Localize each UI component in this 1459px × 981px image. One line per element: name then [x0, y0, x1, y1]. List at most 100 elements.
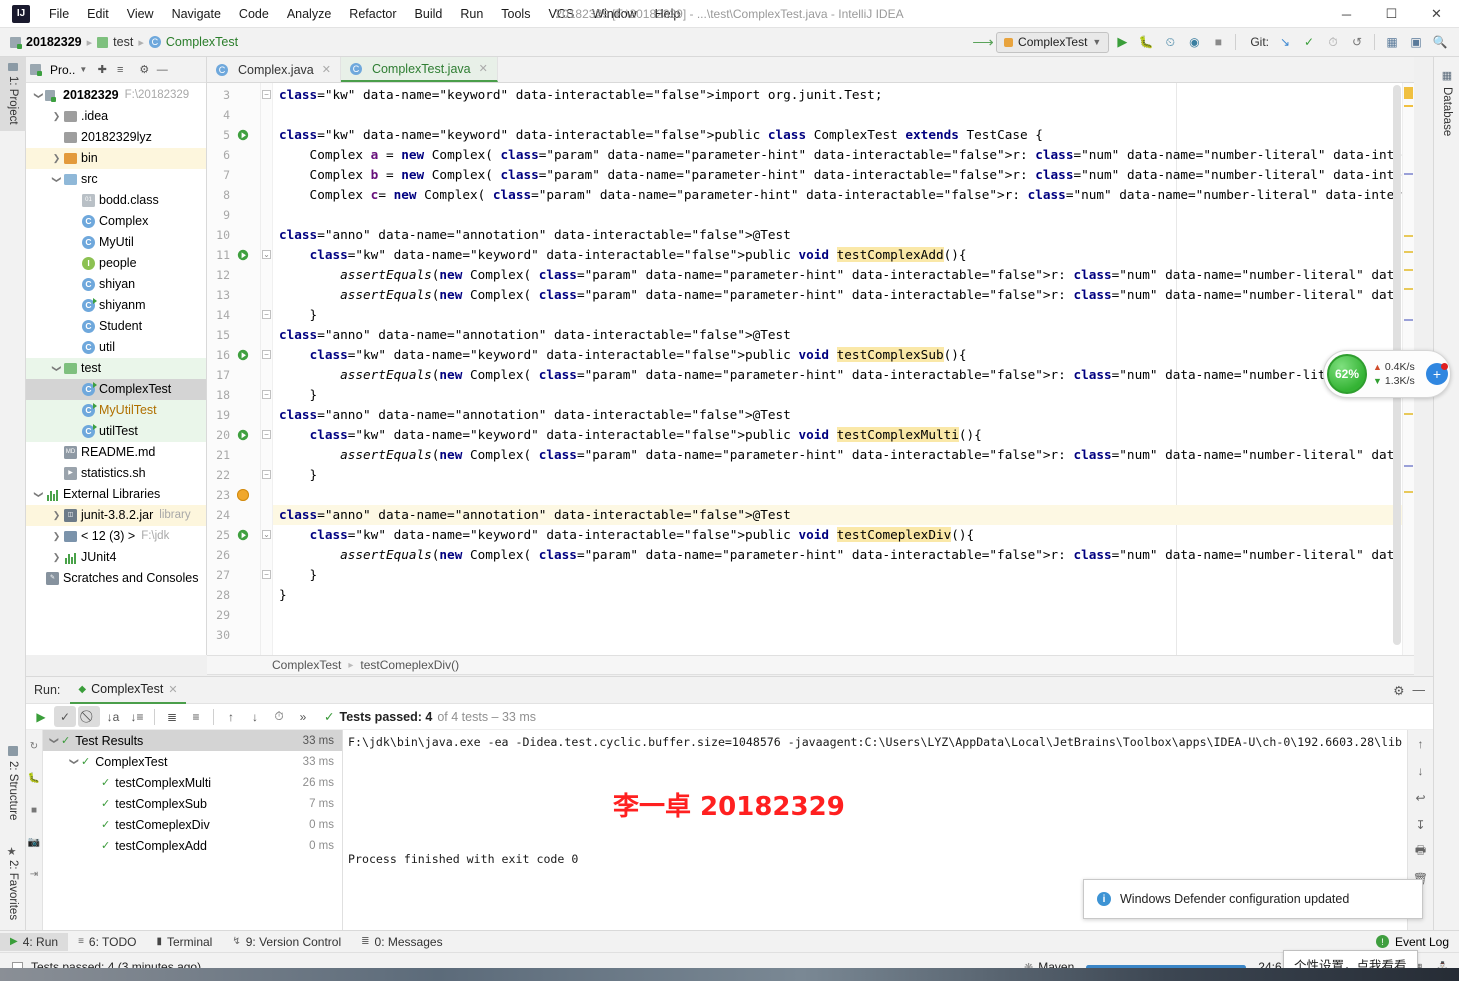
test-row[interactable]: ✓ testComplexSub 7 ms	[43, 793, 342, 814]
git-history-button[interactable]: ⏱	[1322, 31, 1344, 53]
chevron-down-icon[interactable]: ❯	[49, 734, 60, 748]
hide-panel-icon[interactable]: —	[155, 63, 169, 77]
tree-item-utiltest[interactable]: CutilTest	[26, 421, 206, 442]
collapse-all-icon[interactable]: ≡	[113, 63, 127, 77]
tree-item-complex[interactable]: C Complex	[26, 211, 206, 232]
bottom-tab-messages[interactable]: ≣ 0: Messages	[351, 933, 452, 951]
hide-panel-icon[interactable]: —	[1413, 683, 1426, 698]
export-icon[interactable]: ⇥	[26, 858, 42, 890]
bottom-tab-run[interactable]: ▶ 4: Run	[0, 932, 69, 951]
tree-item-shiyan[interactable]: Cshiyan	[26, 274, 206, 295]
code-editor[interactable]: 3 4 5 6 7 8 9 10 11 12 13 14 15 16 17 18 19 20 21 22 23 24 25 2…	[207, 83, 1414, 655]
code-fold-marker[interactable]: −	[262, 390, 271, 399]
tree-item-bin[interactable]: ❯ bin	[26, 148, 206, 169]
chevron-down-icon[interactable]: ❯	[46, 173, 67, 186]
menu-code[interactable]: Code	[230, 4, 278, 24]
chevron-down-icon[interactable]: ▼	[79, 65, 87, 74]
prev-failed-button[interactable]: ↑	[220, 706, 242, 727]
chevron-right-icon[interactable]: ❯	[50, 148, 63, 169]
soft-wrap-icon[interactable]: ↩	[1408, 784, 1433, 811]
code-fold-marker[interactable]: −	[262, 470, 271, 479]
event-log-area[interactable]: ! Event Log	[1375, 935, 1459, 949]
screenshot-icon[interactable]: 📷	[26, 826, 42, 858]
tree-item-bodd-class[interactable]: 01 bodd.class	[26, 190, 206, 211]
menu-navigate[interactable]: Navigate	[163, 4, 230, 24]
menu-view[interactable]: View	[118, 4, 163, 24]
run-tab-complextest[interactable]: ◆ ComplexTest ✕	[70, 677, 186, 704]
stripe-marker[interactable]	[1404, 319, 1413, 321]
tree-item-readme-md[interactable]: MD README.md	[26, 442, 206, 463]
terminal-button[interactable]: ▣	[1405, 31, 1427, 53]
code-fold-marker[interactable]: −	[262, 570, 271, 579]
more-actions-button[interactable]: »	[292, 706, 314, 727]
debug-button[interactable]: 🐛	[1135, 31, 1157, 53]
maximize-button[interactable]: ☐	[1369, 0, 1414, 28]
tree-item-junit-3-8-2-jar[interactable]: ❯ ◫ junit-3.8.2.jar library	[26, 505, 206, 526]
tree-item-student[interactable]: C Student	[26, 316, 206, 337]
breadcrumb-folder[interactable]: test	[113, 35, 133, 49]
scroll-to-end-icon[interactable]: ↧	[1408, 811, 1433, 838]
add-widget-button[interactable]: +	[1426, 363, 1448, 385]
test-row[interactable]: ✓ testComeplexDiv 0 ms	[43, 814, 342, 835]
test-row[interactable]: ✓ testComplexAdd 0 ms	[43, 835, 342, 856]
sidebar-item-project[interactable]: 1: Project	[0, 57, 26, 131]
search-everywhere-icon[interactable]: 🔍	[1429, 31, 1451, 53]
sort-by-duration-button[interactable]: ↓≡	[126, 706, 148, 727]
tree-item-external-libraries[interactable]: ❯ External Libraries	[26, 484, 206, 505]
expand-all-button[interactable]: ≣	[161, 706, 183, 727]
sidebar-item-structure[interactable]: 2: Structure	[0, 737, 26, 829]
close-icon[interactable]: ✕	[168, 683, 177, 696]
next-failed-button[interactable]: ↓	[244, 706, 266, 727]
run-test-gutter-icon[interactable]	[237, 349, 250, 362]
stripe-marker[interactable]	[1404, 173, 1413, 175]
run-test-gutter-icon[interactable]	[237, 529, 250, 542]
build-hammer-icon[interactable]: ⟶	[972, 31, 994, 53]
stripe-marker[interactable]	[1404, 251, 1413, 253]
stripe-marker[interactable]	[1404, 413, 1413, 415]
run-with-coverage-button[interactable]: ⏲	[1159, 31, 1181, 53]
run-button[interactable]: ▶	[1111, 31, 1133, 53]
notification-balloon[interactable]: i Windows Defender configuration updated	[1083, 879, 1423, 919]
debug-icon[interactable]: 🐛	[26, 762, 42, 794]
scroll-down-icon[interactable]: ↓	[1408, 757, 1433, 784]
tree-item-20182329[interactable]: ❯ 20182329 F:\20182329	[26, 85, 206, 106]
tree-item-scratches-and-consoles[interactable]: ✎ Scratches and Consoles	[26, 568, 206, 589]
run-test-gutter-icon[interactable]	[237, 429, 250, 442]
chevron-right-icon[interactable]: ❯	[50, 526, 63, 547]
stop-button[interactable]: ■	[1207, 31, 1229, 53]
chevron-right-icon[interactable]: ❯	[50, 106, 63, 127]
stripe-marker[interactable]	[1404, 491, 1413, 493]
test-row[interactable]: ❯ ✓ Test Results 33 ms	[43, 730, 342, 751]
tree-item-util[interactable]: Cutil	[26, 337, 206, 358]
git-commit-button[interactable]: ✓	[1298, 31, 1320, 53]
breadcrumb-class[interactable]: ComplexTest	[272, 658, 341, 672]
breadcrumb-method[interactable]: testComeplexDiv()	[360, 658, 459, 672]
tree-item-junit4[interactable]: ❯ JUnit4	[26, 547, 206, 568]
tree-item-shiyanm[interactable]: Cshiyanm	[26, 295, 206, 316]
sidebar-item-database[interactable]: ▦ Database	[1434, 63, 1459, 142]
test-results-tree[interactable]: ❯ ✓ Test Results 33 ms ❯ ✓ ComplexTest 33 ms ✓ te…	[43, 730, 343, 930]
code-fold-marker[interactable]: −	[262, 90, 271, 99]
run-configuration-selector[interactable]: ComplexTest ▼	[996, 31, 1110, 53]
git-revert-button[interactable]: ↺	[1346, 31, 1368, 53]
tree-item-complextest[interactable]: C ComplexTest	[26, 379, 206, 400]
intention-bulb-icon[interactable]	[237, 489, 249, 501]
print-icon[interactable]: 🖶	[1408, 838, 1433, 865]
test-row[interactable]: ❯ ✓ ComplexTest 33 ms	[43, 751, 342, 772]
close-icon[interactable]: ✕	[322, 63, 331, 76]
project-panel-title[interactable]: Pro..	[50, 63, 75, 77]
stripe-marker[interactable]	[1404, 288, 1413, 290]
tree-item-idea[interactable]: ❯ .idea	[26, 106, 206, 127]
tree-item-myutil[interactable]: C MyUtil	[26, 232, 206, 253]
tab-complextest-java[interactable]: C ComplexTest.java ✕	[340, 57, 498, 82]
menu-edit[interactable]: Edit	[78, 4, 118, 24]
sort-alphabetically-button[interactable]: ↓​a	[102, 706, 124, 727]
run-test-gutter-icon[interactable]	[237, 129, 250, 142]
editor-gutter[interactable]: 3 4 5 6 7 8 9 10 11 12 13 14 15 16 17 18 19 20 21 22 23 24 25 2…	[207, 83, 261, 655]
tree-item-test[interactable]: ❯ test	[26, 358, 206, 379]
menu-analyze[interactable]: Analyze	[278, 4, 340, 24]
gear-icon[interactable]: ⚙	[137, 63, 151, 77]
menu-file[interactable]: File	[40, 4, 78, 24]
tree-item-src[interactable]: ❯ src	[26, 169, 206, 190]
stripe-marker[interactable]	[1404, 105, 1413, 107]
